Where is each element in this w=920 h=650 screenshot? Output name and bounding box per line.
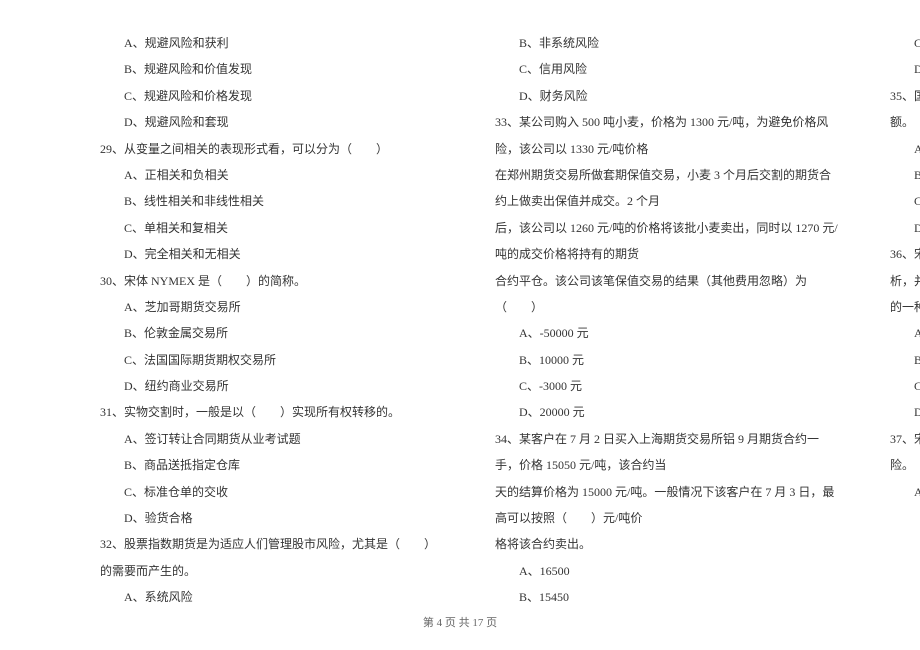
q31-option-d: D、验货合格 xyxy=(100,505,445,531)
q32-option-b: B、非系统风险 xyxy=(495,30,840,56)
q29-option-c: C、单相关和复相关 xyxy=(100,215,445,241)
q30-option-d: D、纽约商业交易所 xyxy=(100,373,445,399)
q35-option-b: B、贸易、服务和转让 xyxy=(890,162,920,188)
q30-option-b: B、伦敦金属交易所 xyxy=(100,320,445,346)
q28-option-b: B、规避风险和价值发现 xyxy=(100,56,445,82)
q29-option-d: D、完全相关和无相关 xyxy=(100,241,445,267)
q36-option-d: D、算法交易 xyxy=(890,399,920,425)
q36-option-b: B、量化交易 xyxy=(890,347,920,373)
q32-option-d: D、财务风险 xyxy=(495,83,840,109)
q34-option-b: B、15450 xyxy=(495,584,840,610)
q33-line3: 后，该公司以 1260 元/吨的价格将该批小麦卖出，同时以 1270 元/吨的成… xyxy=(495,215,840,268)
q29-option-a: A、正相关和负相关 xyxy=(100,162,445,188)
q34-option-a: A、16500 xyxy=(495,558,840,584)
q35-option-d: D、服务、转让和资本 xyxy=(890,215,920,241)
q34-line3: 格将该合约卖出。 xyxy=(495,531,840,557)
q33-line4: 合约平仓。该公司该笔保值交易的结果（其他费用忽略）为（ ） xyxy=(495,268,840,321)
q33-line2: 在郑州期货交易所做套期保值交易，小麦 3 个月后交割的期货合约上做卖出保值并成交… xyxy=(495,162,840,215)
q35-option-a: A、贸易、资本和储备资产 xyxy=(890,136,920,162)
q31-option-a: A、签订转让合同期货从业考试题 xyxy=(100,426,445,452)
q37-option-a: A、市场风险 xyxy=(890,479,920,505)
q36-line2: 的一种交易方式。 xyxy=(890,294,920,320)
q28-option-d: D、规避风险和套现 xyxy=(100,109,445,135)
q29-option-b: B、线性相关和非线性相关 xyxy=(100,188,445,214)
q30-option-c: C、法国国际期货期权交易所 xyxy=(100,347,445,373)
q33-option-b: B、10000 元 xyxy=(495,347,840,373)
q34-option-c: C、15750 xyxy=(890,30,920,56)
page-footer: 第 4 页 共 17 页 xyxy=(0,611,920,635)
q32: 32、股票指数期货是为适应人们管理股市风险，尤其是（ ）的需要而产生的。 xyxy=(100,531,445,584)
q33-line1: 33、某公司购入 500 吨小麦，价格为 1300 元/吨，为避免价格风险，该公… xyxy=(495,109,840,162)
q31-option-b: B、商品送抵指定仓库 xyxy=(100,452,445,478)
q31-option-c: C、标准仓单的交收 xyxy=(100,479,445,505)
q34-line1: 34、某客户在 7 月 2 日买入上海期货交易所铝 9 月期货合约一手，价格 1… xyxy=(495,426,840,479)
q30: 30、宋体 NYMEX 是（ ）的简称。 xyxy=(100,268,445,294)
q28-option-c: C、规避风险和价格发现 xyxy=(100,83,445,109)
q31: 31、实物交割时，一般是以（ ）实现所有权转移的。 xyxy=(100,399,445,425)
q34-option-d: D、15650 xyxy=(890,56,920,82)
q28-option-a: A、规避风险和获利 xyxy=(100,30,445,56)
q36-option-a: A、程序化交易 xyxy=(890,320,920,346)
q35: 35、国际收支经常项目差额是指（ ）三项差额相抵后的净差额。 xyxy=(890,83,920,136)
q35-option-c: C、贸易、转让和资本 xyxy=(890,188,920,214)
q32-option-c: C、信用风险 xyxy=(495,56,840,82)
q33-option-a: A、-50000 元 xyxy=(495,320,840,346)
q36-option-c: C、高频交易 xyxy=(890,373,920,399)
q30-option-a: A、芝加哥期货交易所 xyxy=(100,294,445,320)
q32-option-a: A、系统风险 xyxy=(100,584,445,610)
q33-option-d: D、20000 元 xyxy=(495,399,840,425)
q33-option-c: C、-3000 元 xyxy=(495,373,840,399)
q36-line1: 36、宋体（ ）是指通过定量方法对信息进行整理、加工和分析，并利用分析结果进行投… xyxy=(890,241,920,294)
q29: 29、从变量之间相关的表现形式看，可以分为（ ） xyxy=(100,136,445,162)
q37: 37、宋体（ ）是期货交易中最常见、最需要重视的一种风险。 xyxy=(890,426,920,479)
q34-line2: 天的结算价格为 15000 元/吨。一般情况下该客户在 7 月 3 日，最高可以… xyxy=(495,479,840,532)
